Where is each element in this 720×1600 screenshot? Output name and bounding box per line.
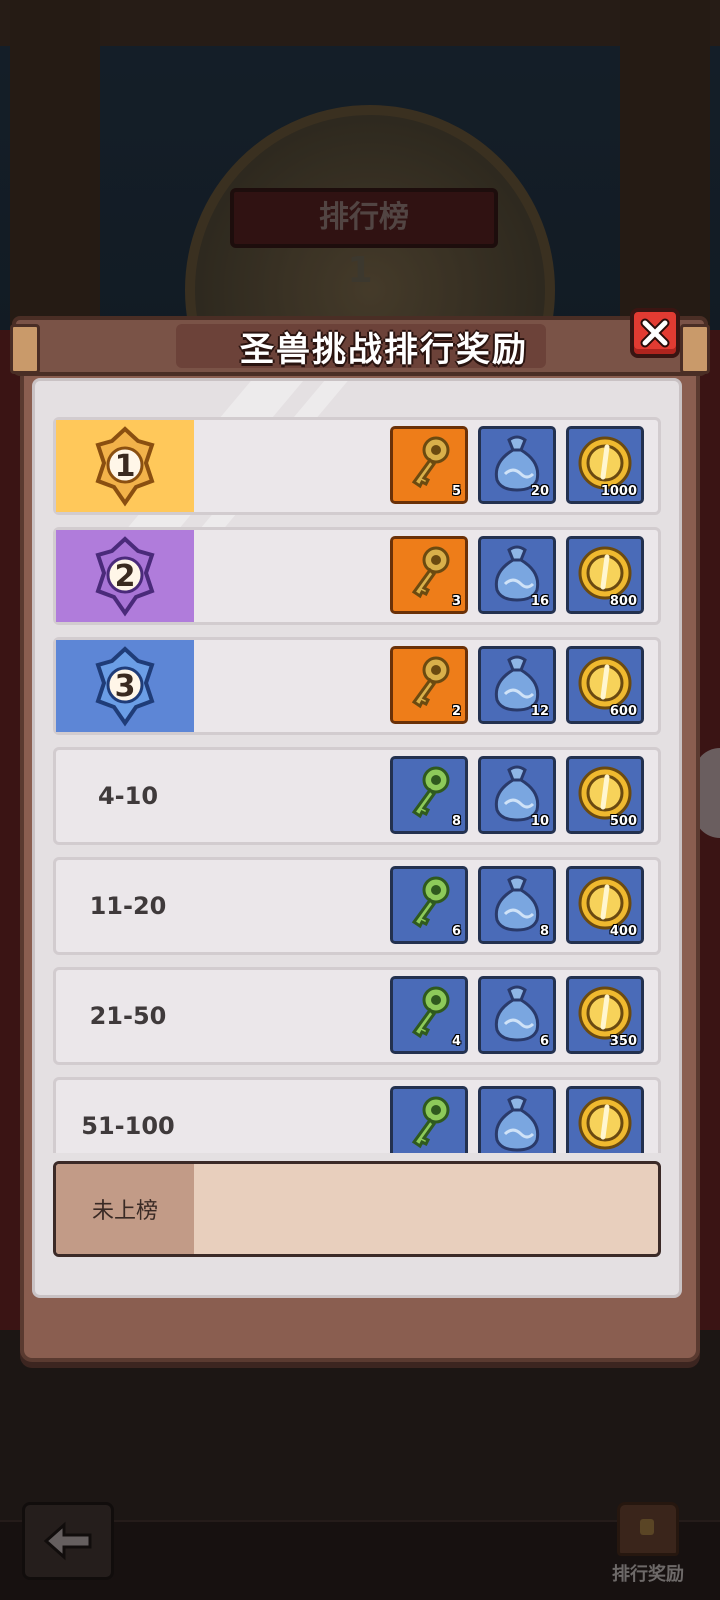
- close-icon: [640, 318, 670, 348]
- reward-item[interactable]: 16: [478, 536, 556, 614]
- reward-item[interactable]: 6: [390, 866, 468, 944]
- reward-item[interactable]: 5: [390, 426, 468, 504]
- reward-item[interactable]: 500: [566, 756, 644, 834]
- coin-icon: [575, 1093, 635, 1153]
- reward-items: 8 10 500: [390, 756, 644, 834]
- reward-item[interactable]: 600: [566, 646, 644, 724]
- rank-number: 2: [114, 558, 136, 594]
- gold-key-icon: [402, 654, 456, 716]
- reward-count: 8: [539, 924, 549, 939]
- reward-item[interactable]: 2: [390, 646, 468, 724]
- ranking-rewards-dialog: 圣兽挑战排行奖励 1 5 20 1000 2 3 16 800 3 2 12 6…: [10, 308, 710, 1362]
- reward-count: 1000: [600, 484, 637, 499]
- reward-items: [390, 1086, 644, 1153]
- reward-item[interactable]: 12: [478, 646, 556, 724]
- reward-item[interactable]: [566, 1086, 644, 1153]
- reward-count: 800: [609, 594, 637, 609]
- reward-item[interactable]: 1000: [566, 426, 644, 504]
- rank-badge: 3: [56, 640, 194, 732]
- reward-count: 8: [451, 814, 461, 829]
- rank-range-label: 51-100: [81, 1112, 175, 1140]
- reward-item[interactable]: 400: [566, 866, 644, 944]
- rank-badge: 1: [56, 420, 194, 512]
- reward-count: 5: [451, 484, 461, 499]
- close-button[interactable]: [630, 308, 680, 358]
- rank-row: 2 3 16 800: [53, 527, 661, 625]
- rank-row: 4-10 8 10 500: [53, 747, 661, 845]
- rank-range-label: 21-50: [89, 1002, 167, 1030]
- pouch-icon: [487, 982, 547, 1048]
- reward-count: 10: [530, 814, 549, 829]
- reward-item[interactable]: 10: [478, 756, 556, 834]
- rank-number: 1: [114, 448, 136, 484]
- reward-count: 500: [609, 814, 637, 829]
- reward-count: 16: [530, 594, 549, 609]
- rank-row: 3 2 12 600: [53, 637, 661, 735]
- rank-badge: 2: [56, 530, 194, 622]
- reward-item[interactable]: [478, 1086, 556, 1153]
- rank-row: 51-100: [53, 1077, 661, 1153]
- reward-count: 2: [451, 704, 461, 719]
- reward-count: 4: [451, 1034, 461, 1049]
- rank-row: 11-20 6 8 400: [53, 857, 661, 955]
- reward-count: 600: [609, 704, 637, 719]
- reward-items: 2 12 600: [390, 646, 644, 724]
- rank-range-label: 4-10: [97, 782, 159, 810]
- reward-item[interactable]: 20: [478, 426, 556, 504]
- reward-item[interactable]: 8: [478, 866, 556, 944]
- rank-reward-list[interactable]: 1 5 20 1000 2 3 16 800 3 2 12 600 4-10 8…: [53, 417, 661, 1153]
- unranked-row: 未上榜: [53, 1161, 661, 1257]
- reward-items: 5 20 1000: [390, 426, 644, 504]
- green-key-icon: [402, 764, 456, 826]
- reward-count: 3: [451, 594, 461, 609]
- green-key-icon: [402, 1094, 456, 1153]
- reward-count: 12: [530, 704, 549, 719]
- gold-key-icon: [402, 544, 456, 606]
- reward-count: 350: [609, 1034, 637, 1049]
- rank-row: 21-50 4 6 350: [53, 967, 661, 1065]
- reward-items: 3 16 800: [390, 536, 644, 614]
- reward-item[interactable]: [390, 1086, 468, 1153]
- rewards-panel: 1 5 20 1000 2 3 16 800 3 2 12 600 4-10 8…: [32, 378, 682, 1298]
- rank-range-label: 11-20: [89, 892, 167, 920]
- reward-items: 6 8 400: [390, 866, 644, 944]
- reward-count: 6: [539, 1034, 549, 1049]
- reward-item[interactable]: 3: [390, 536, 468, 614]
- reward-item[interactable]: 8: [390, 756, 468, 834]
- reward-item[interactable]: 350: [566, 976, 644, 1054]
- pouch-icon: [487, 872, 547, 938]
- reward-item[interactable]: 800: [566, 536, 644, 614]
- reward-count: 20: [530, 484, 549, 499]
- pouch-icon: [487, 1092, 547, 1153]
- rank-row: 1 5 20 1000: [53, 417, 661, 515]
- reward-item[interactable]: 6: [478, 976, 556, 1054]
- reward-items: 4 6 350: [390, 976, 644, 1054]
- gold-key-icon: [402, 434, 456, 496]
- unranked-label: 未上榜: [56, 1164, 194, 1254]
- green-key-icon: [402, 984, 456, 1046]
- reward-count: 400: [609, 924, 637, 939]
- reward-item[interactable]: 4: [390, 976, 468, 1054]
- dialog-title: 圣兽挑战排行奖励: [240, 330, 528, 370]
- reward-count: 6: [451, 924, 461, 939]
- rank-number: 3: [114, 668, 136, 704]
- green-key-icon: [402, 874, 456, 936]
